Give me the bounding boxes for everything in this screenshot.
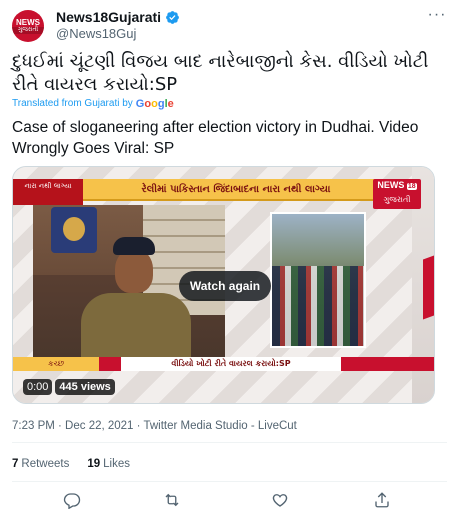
video-player[interactable]: નારા નથી લાગ્યા રેલીમાં પાકિસ્તાન જિંદાબ… (12, 166, 435, 404)
likes-count: 19 (87, 458, 101, 470)
view-count: 445 views (55, 379, 115, 395)
avatar-subtext: ગુજરાતી (12, 27, 44, 34)
divider (12, 442, 447, 443)
avatar-text: NEWS (16, 18, 40, 27)
officer-cap (113, 237, 155, 255)
officer-body (81, 293, 191, 357)
video-inset-frame (270, 212, 366, 348)
video-topbar-tag: નારા નથી લાગ્યા (13, 179, 83, 205)
likes-label: Likes (103, 458, 130, 470)
retweets-label: Retweets (21, 458, 70, 470)
author-block: News18Gujarati @News18Guj (56, 8, 180, 42)
ticker-location: કચ્છ (13, 357, 99, 371)
like-icon[interactable] (271, 491, 289, 509)
author-name-row[interactable]: News18Gujarati (56, 8, 180, 26)
logo-number: 18 (406, 183, 417, 190)
police-emblem (51, 207, 97, 253)
logo-text: NEWS (377, 180, 405, 190)
author-display-name[interactable]: News18Gujarati (56, 9, 161, 25)
author-handle[interactable]: @News18Guj (56, 26, 180, 42)
tweet-timestamp[interactable]: 7:23 PM · Dec 22, 2021 · Twitter Media S… (12, 418, 297, 434)
retweets-stat[interactable]: 7 Retweets (12, 456, 69, 472)
retweets-count: 7 (12, 458, 19, 470)
translation-label: Translated from Gujarati by (12, 98, 133, 109)
tweet-translated-text: Case of sloganeering after election vict… (12, 119, 419, 157)
verified-badge-icon (166, 10, 179, 24)
video-headline: રેલીમાં પાકિસ્તાન જિંદાબાદના નારા નથી લા… (83, 179, 389, 201)
reply-icon[interactable] (63, 491, 81, 509)
action-bar (12, 491, 447, 509)
avatar[interactable]: NEWS ગુજરાતી (12, 10, 44, 42)
likes-stat[interactable]: 19 Likes (87, 456, 130, 472)
elapsed-time: 0:00 (23, 379, 53, 395)
translation-attribution[interactable]: Translated from Gujarati by Google (12, 97, 174, 111)
logo-subtext: ગુજરાતી (383, 195, 411, 204)
tweet-header: NEWS ગુજરાતી News18Gujarati @News18Guj ·… (12, 7, 447, 42)
video-status: 0:00 445 views (23, 379, 115, 395)
crowd-image (272, 266, 364, 346)
ticker-text: વીડિયો ખોટી રીતે વાયરલ કરાયો:SP (121, 357, 341, 371)
retweet-icon[interactable] (163, 491, 181, 509)
share-icon[interactable] (373, 491, 391, 509)
news18-logo: NEWS 18 ગુજરાતી (373, 179, 421, 209)
divider (12, 481, 447, 482)
more-options-icon[interactable]: ··· (427, 7, 447, 28)
officer-head (115, 249, 153, 293)
video-red-accent (423, 254, 434, 320)
engagement-stats: 7 Retweets 19 Likes (12, 456, 130, 472)
watch-again-button[interactable]: Watch again (179, 271, 271, 301)
google-logo: Google (135, 98, 174, 110)
tweet-original-text: દુધઈમાં ચૂંટણી વિજય બાદ નારેબાજીનો કેસ. … (12, 51, 429, 95)
